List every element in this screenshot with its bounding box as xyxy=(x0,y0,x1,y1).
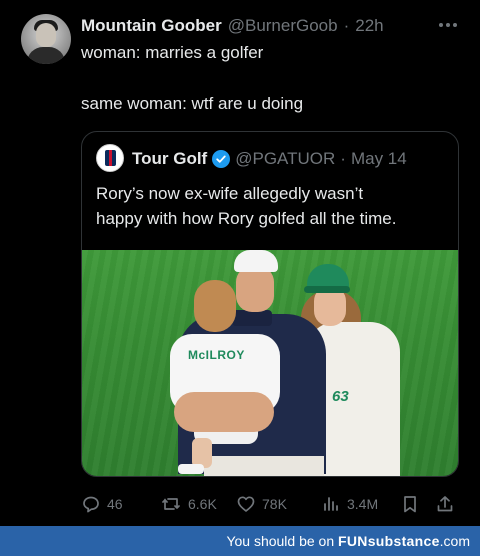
repost-count: 6.6K xyxy=(188,496,217,512)
like-count: 78K xyxy=(262,496,287,512)
quote-header: Tour Golf @PGATUOR · May 14 xyxy=(132,149,407,169)
quote-photo[interactable]: 63 McILROY xyxy=(82,250,458,476)
author-name[interactable]: Mountain Goober xyxy=(81,16,222,36)
heart-icon xyxy=(236,494,256,514)
tweet-text-line-2: same woman: wtf are u doing xyxy=(81,94,304,113)
author-handle[interactable]: @BurnerGoob xyxy=(228,16,338,36)
watermark-prefix: You should be on xyxy=(226,533,335,549)
quote-author-name: Tour Golf xyxy=(132,149,208,168)
photo-child-shirt-text: McILROY xyxy=(188,348,245,362)
action-bar: 46 6.6K 78K 3.4M xyxy=(81,494,461,516)
tweet-text-line-1: woman: marries a golfer xyxy=(81,43,264,62)
views-count: 3.4M xyxy=(347,496,379,512)
quote-text-line-1: Rory’s now ex-wife allegedly wasn’t xyxy=(96,184,364,203)
verified-badge-icon xyxy=(212,150,231,168)
photo-caddie-number: 63 xyxy=(332,388,349,405)
watermark-banner: You should be on FUNsubstance.com xyxy=(0,526,480,556)
header-separator: · xyxy=(343,16,350,35)
quote-author-handle: @PGATUOR xyxy=(235,149,336,168)
quoted-tweet[interactable]: Tour Golf @PGATUOR · May 14 Rory’s now e… xyxy=(81,131,459,477)
watermark-brand: FUNsubstance xyxy=(338,533,440,549)
reply-button[interactable]: 46 xyxy=(81,494,123,514)
bookmark-icon xyxy=(400,494,420,514)
watermark-suffix: .com xyxy=(439,533,470,549)
views-bar-icon xyxy=(321,494,341,514)
watermark-text: You should be on FUNsubstance.com xyxy=(226,533,470,549)
repost-button[interactable]: 6.6K xyxy=(160,494,217,514)
tweet-header: Mountain Goober @BurnerGoob · 22h xyxy=(81,16,384,38)
photo-man-cap xyxy=(234,250,278,272)
author-avatar[interactable] xyxy=(21,14,71,64)
quote-separator: · xyxy=(340,149,346,168)
repost-icon xyxy=(160,494,182,514)
like-button[interactable]: 78K xyxy=(236,494,287,514)
quote-text-line-2: happy with how Rory golfed all the time. xyxy=(96,209,397,228)
quote-date: May 14 xyxy=(350,149,407,168)
tweet-card: Mountain Goober @BurnerGoob · 22h woman:… xyxy=(0,0,480,526)
photo-child-head xyxy=(194,280,236,332)
share-icon xyxy=(435,494,455,514)
reply-icon xyxy=(81,494,101,514)
bookmark-button[interactable] xyxy=(400,494,420,514)
views-button[interactable]: 3.4M xyxy=(321,494,378,514)
more-horizontal-icon[interactable] xyxy=(436,15,460,35)
quote-author-avatar xyxy=(96,144,124,172)
photo-man-arm xyxy=(174,392,274,432)
photo-man-face xyxy=(236,266,274,312)
share-button[interactable] xyxy=(435,494,455,514)
tweet-timestamp[interactable]: 22h xyxy=(355,16,383,36)
reply-count: 46 xyxy=(107,496,123,512)
